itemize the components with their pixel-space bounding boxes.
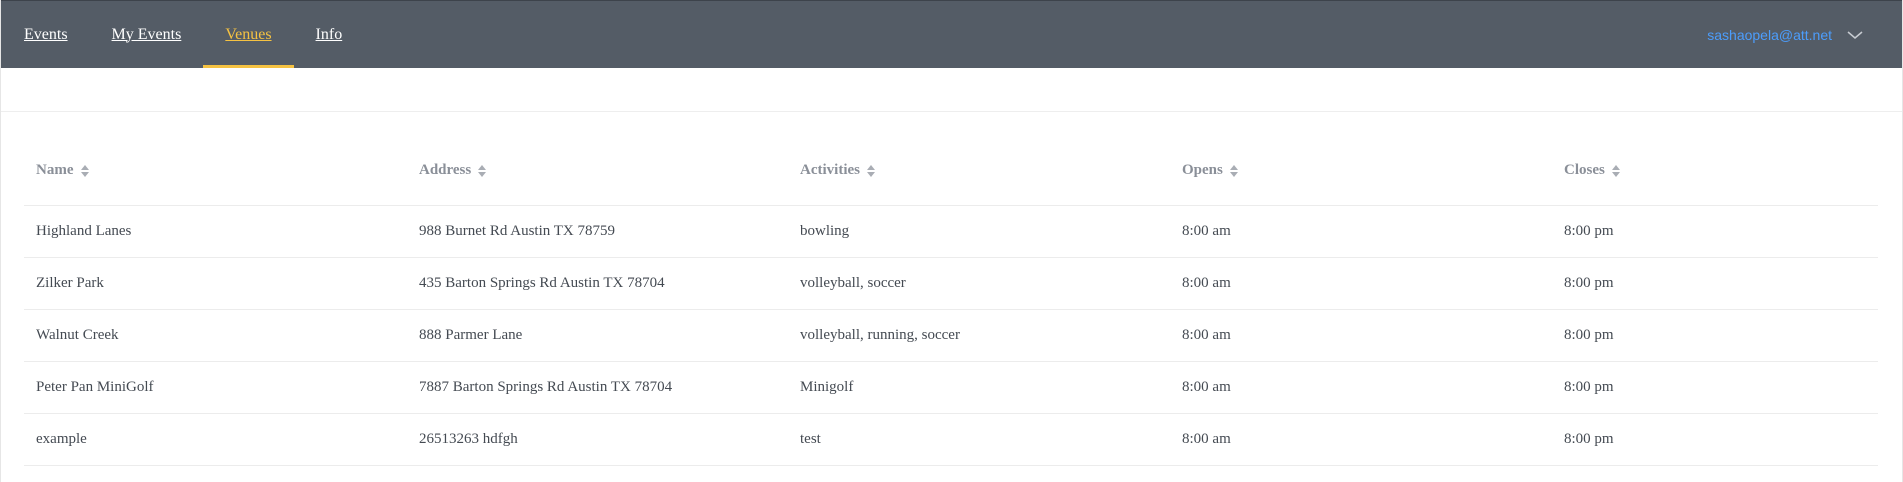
venue-activities-cell: bowling: [788, 205, 1170, 258]
table-row[interactable]: example 26513263 hdfgh test 8:00 am 8:00…: [24, 413, 1878, 466]
venue-activities-cell: volleyball, running, soccer: [788, 309, 1170, 362]
venue-closes-cell: 8:00 pm: [1552, 413, 1878, 466]
venue-opens-cell: 8:00 am: [1170, 309, 1552, 362]
column-header-label: Name: [36, 162, 74, 178]
venue-activities-cell: volleyball, soccer: [788, 257, 1170, 310]
page: Events My Events Venues Info sashaopela@…: [0, 0, 1903, 482]
column-header-activities[interactable]: Activities: [788, 136, 1170, 206]
nav-venues-link[interactable]: Venues: [203, 1, 294, 68]
venue-name-cell: Peter Pan MiniGolf: [24, 361, 407, 414]
user-menu[interactable]: sashaopela@att.net: [1707, 1, 1902, 68]
toolbar-strip: [1, 68, 1902, 112]
venue-name-cell: Zilker Park: [24, 257, 407, 310]
venues-table: Name Address Activities Opens Closes Hig…: [24, 136, 1878, 466]
venue-opens-cell: 8:00 am: [1170, 205, 1552, 258]
column-header-opens[interactable]: Opens: [1170, 136, 1552, 206]
venue-address-cell: 888 Parmer Lane: [407, 309, 788, 362]
nav-my-events-link[interactable]: My Events: [90, 1, 204, 68]
sort-icon[interactable]: [1611, 164, 1621, 178]
table-row[interactable]: Zilker Park 435 Barton Springs Rd Austin…: [24, 257, 1878, 310]
venue-name-cell: Highland Lanes: [24, 205, 407, 258]
column-header-label: Address: [419, 162, 472, 178]
column-header-label: Activities: [800, 162, 860, 178]
table-header-row: Name Address Activities Opens Closes: [24, 136, 1878, 206]
column-header-name[interactable]: Name: [24, 136, 407, 206]
sort-icon[interactable]: [1229, 164, 1239, 178]
venue-closes-cell: 8:00 pm: [1552, 309, 1878, 362]
venue-closes-cell: 8:00 pm: [1552, 361, 1878, 414]
nav-info-link[interactable]: Info: [294, 1, 365, 68]
nav-events-link[interactable]: Events: [2, 1, 90, 68]
venue-address-cell: 988 Burnet Rd Austin TX 78759: [407, 205, 788, 258]
venue-opens-cell: 8:00 am: [1170, 257, 1552, 310]
sort-icon[interactable]: [866, 164, 876, 178]
venue-name-cell: example: [24, 413, 407, 466]
table-row[interactable]: Walnut Creek 888 Parmer Lane volleyball,…: [24, 309, 1878, 362]
user-email-link[interactable]: sashaopela@att.net: [1707, 27, 1832, 43]
venue-address-cell: 26513263 hdfgh: [407, 413, 788, 466]
sort-icon[interactable]: [80, 164, 90, 178]
venue-activities-cell: test: [788, 413, 1170, 466]
venue-closes-cell: 8:00 pm: [1552, 205, 1878, 258]
venue-closes-cell: 8:00 pm: [1552, 257, 1878, 310]
venue-name-cell: Walnut Creek: [24, 309, 407, 362]
top-navbar: Events My Events Venues Info sashaopela@…: [1, 0, 1902, 68]
venue-opens-cell: 8:00 am: [1170, 361, 1552, 414]
chevron-down-icon[interactable]: [1846, 29, 1864, 41]
column-header-label: Closes: [1564, 162, 1605, 178]
nav-links: Events My Events Venues Info: [2, 1, 364, 68]
sort-icon[interactable]: [477, 164, 487, 178]
column-header-address[interactable]: Address: [407, 136, 788, 206]
table-row[interactable]: Highland Lanes 988 Burnet Rd Austin TX 7…: [24, 205, 1878, 258]
venue-activities-cell: Minigolf: [788, 361, 1170, 414]
column-header-label: Opens: [1182, 162, 1223, 178]
venues-table-container: Name Address Activities Opens Closes Hig…: [1, 112, 1902, 466]
table-row[interactable]: Peter Pan MiniGolf 7887 Barton Springs R…: [24, 361, 1878, 414]
venue-address-cell: 7887 Barton Springs Rd Austin TX 78704: [407, 361, 788, 414]
venue-address-cell: 435 Barton Springs Rd Austin TX 78704: [407, 257, 788, 310]
column-header-closes[interactable]: Closes: [1552, 136, 1878, 206]
venue-opens-cell: 8:00 am: [1170, 413, 1552, 466]
